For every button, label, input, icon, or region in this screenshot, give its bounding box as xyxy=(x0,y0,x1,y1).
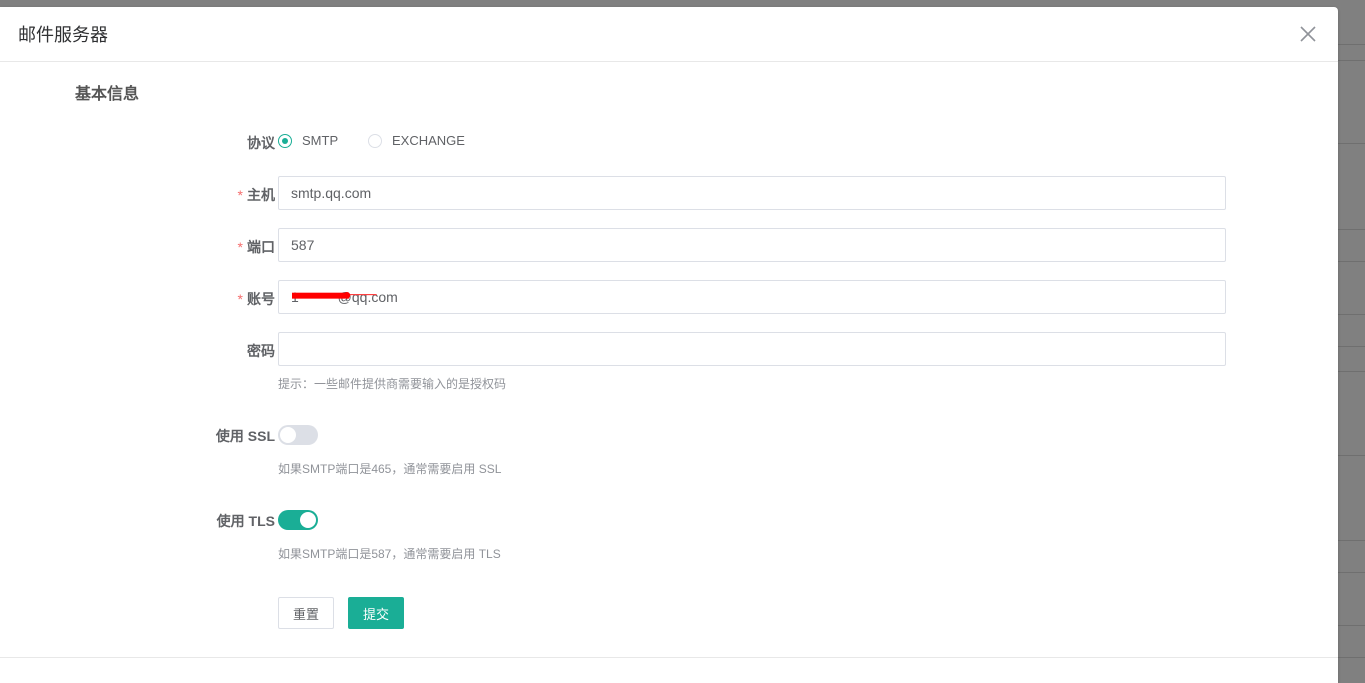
tls-label: 使用 TLS xyxy=(216,513,275,529)
host-input[interactable]: smtp.qq.com xyxy=(278,176,1226,210)
protocol-label: 协议 xyxy=(247,135,275,151)
port-input[interactable]: 587 xyxy=(278,228,1226,262)
port-label: * 端口 xyxy=(238,237,275,257)
ssl-switch[interactable] xyxy=(278,425,318,445)
password-hint: 提示：一些邮件提供商需要输入的是授权码 xyxy=(278,377,507,391)
radio-smtp-dot[interactable] xyxy=(278,133,292,148)
host-label: * 主机 xyxy=(238,185,275,205)
password-input[interactable] xyxy=(278,332,1226,366)
required-mark: * xyxy=(237,291,243,307)
section-title: 基本信息 xyxy=(75,86,140,103)
dialog-footer-divider xyxy=(0,657,1338,658)
radio-smtp[interactable]: SMTP xyxy=(278,133,338,148)
host-label-text: 主机 xyxy=(247,187,275,203)
tls-switch[interactable] xyxy=(278,510,318,530)
redaction-mark xyxy=(292,292,377,299)
reset-button[interactable]: 重置 xyxy=(278,597,334,629)
account-label: * 账号 xyxy=(238,289,275,309)
radio-exchange[interactable]: EXCHANGE xyxy=(368,133,465,148)
account-input[interactable]: 1 @qq.com xyxy=(278,280,1226,314)
background-table-edge xyxy=(1335,0,1365,683)
radio-exchange-label: EXCHANGE xyxy=(392,133,465,148)
submit-button[interactable]: 提交 xyxy=(348,597,404,629)
ssl-hint: 如果SMTP端口是465，通常需要启用 SSL xyxy=(278,462,502,476)
dialog-title: 邮件服务器 xyxy=(18,25,108,45)
close-icon[interactable] xyxy=(1298,24,1318,44)
radio-exchange-dot[interactable] xyxy=(368,133,382,148)
switch-knob xyxy=(280,427,296,443)
required-mark: * xyxy=(237,239,243,255)
required-mark: * xyxy=(237,187,243,203)
account-label-text: 账号 xyxy=(247,291,275,307)
password-label: 密码 xyxy=(247,343,275,359)
tls-hint: 如果SMTP端口是587，通常需要启用 TLS xyxy=(278,547,501,561)
ssl-label: 使用 SSL xyxy=(215,428,275,444)
dialog-header: 邮件服务器 xyxy=(0,7,1338,62)
port-label-text: 端口 xyxy=(247,239,275,255)
radio-smtp-label: SMTP xyxy=(302,133,339,148)
switch-knob xyxy=(300,512,316,528)
